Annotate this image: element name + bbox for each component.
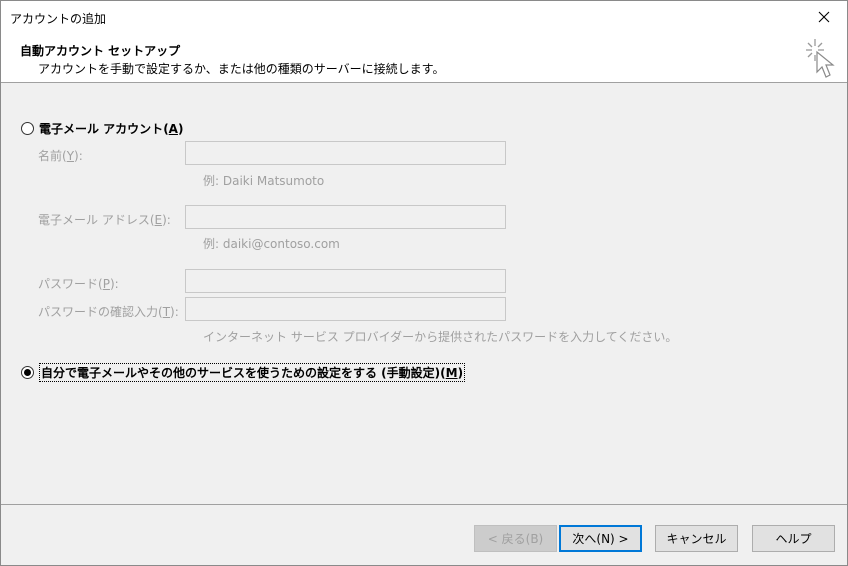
email-address-label: 電子メール アドレス(E): (38, 213, 171, 227)
add-account-dialog: アカウントの追加 自動アカウント セットアップ アカウントを手動で設定するか、ま… (0, 0, 848, 566)
manual-setup-option[interactable]: 自分で電子メールやその他のサービスを使うための設定をする (手動設定)(M) (21, 363, 466, 382)
email-account-option[interactable]: 電子メール アカウント(A) (21, 120, 183, 137)
confirm-password-label: パスワードの確認入力(T): (38, 305, 179, 319)
page-title: 自動アカウント セットアップ (20, 44, 181, 58)
email-account-radio[interactable] (21, 122, 34, 135)
manual-setup-option-label: 自分で電子メールやその他のサービスを使うための設定をする (手動設定)(M) (39, 363, 466, 382)
title-bar: アカウントの追加 (1, 1, 847, 33)
page-description: アカウントを手動で設定するか、または他の種類のサーバーに接続します。 (38, 62, 445, 76)
password-field[interactable] (185, 269, 506, 293)
wizard-header: 自動アカウント セットアップ アカウントを手動で設定するか、または他の種類のサー… (1, 33, 847, 83)
cancel-button[interactable]: キャンセル (655, 525, 738, 552)
email-address-hint: 例: daiki@contoso.com (203, 237, 340, 251)
password-hint: インターネット サービス プロバイダーから提供されたパスワードを入力してください… (203, 330, 678, 344)
close-icon (818, 11, 830, 23)
email-address-field[interactable] (185, 205, 506, 229)
name-label: 名前(Y): (38, 149, 83, 163)
main-content: 電子メール アカウント(A) 名前(Y): 例: Daiki Matsumoto… (1, 84, 847, 504)
manual-setup-radio[interactable] (21, 366, 34, 379)
close-button[interactable] (801, 1, 847, 33)
back-button[interactable]: < 戻る(B) (474, 525, 557, 552)
wizard-cursor-icon (806, 39, 835, 78)
confirm-password-field[interactable] (185, 297, 506, 321)
name-field[interactable] (185, 141, 506, 165)
help-button[interactable]: ヘルプ (752, 525, 835, 552)
name-hint: 例: Daiki Matsumoto (203, 174, 325, 188)
next-button[interactable]: 次へ(N) > (559, 525, 642, 552)
password-label: パスワード(P): (38, 277, 119, 291)
window-title: アカウントの追加 (10, 12, 107, 26)
button-bar: < 戻る(B) 次へ(N) > キャンセル ヘルプ (1, 504, 847, 565)
email-account-option-label: 電子メール アカウント(A) (39, 122, 184, 136)
